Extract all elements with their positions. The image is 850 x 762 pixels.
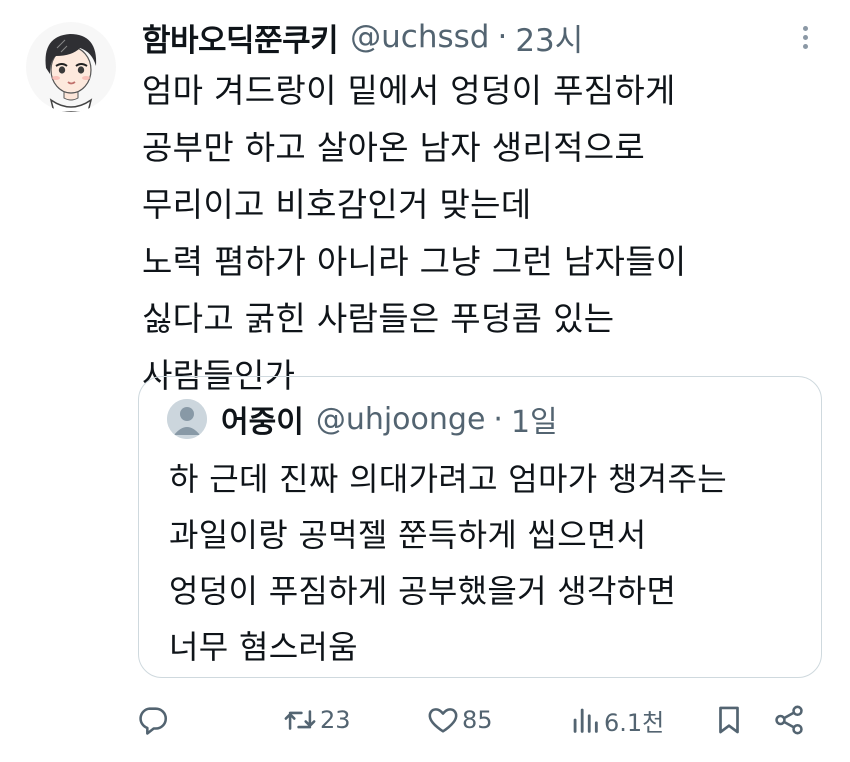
tweet-header: 함바오딕쭌쿠키 @uchssd · 23시 — [142, 14, 583, 60]
quoted-text-line: 과일이랑 공먹젤 쭌득하게 씹으면서 — [169, 516, 647, 554]
tweet-text-line: 공부만 하고 살아온 남자 생리적으로 — [142, 128, 646, 167]
tweet-timestamp[interactable]: 23시 — [515, 15, 583, 60]
reply-icon — [139, 707, 168, 735]
quoted-author-avatar[interactable] — [167, 399, 207, 439]
share-icon — [775, 705, 803, 735]
retweet-count: 23 — [320, 706, 351, 734]
retweet-icon — [284, 710, 316, 730]
reply-button[interactable] — [136, 696, 172, 744]
author-handle[interactable]: @uchssd — [350, 19, 489, 55]
quoted-tweet-header: 어중이 @uhjoonge · 1일 — [221, 397, 558, 441]
quoted-header-separator: · — [493, 401, 503, 437]
more-options-icon[interactable] — [794, 22, 816, 56]
author-display-name[interactable]: 함바오딕쭌쿠키 — [142, 15, 339, 60]
quoted-tweet-timestamp[interactable]: 1일 — [511, 397, 558, 441]
avatar-illustration — [26, 22, 116, 112]
quoted-tweet-text: 하 근데 진짜 의대가려고 엄마가 챙겨주는 과일이랑 공먹젤 쭌득하게 씹으면… — [169, 451, 809, 675]
views-icon — [573, 708, 598, 733]
views-count: 6.1천 — [604, 708, 665, 737]
bookmark-button[interactable] — [712, 696, 746, 744]
quoted-text-line: 너무 혐스러움 — [169, 628, 358, 666]
share-button[interactable] — [772, 696, 806, 744]
tweet-text-line: 엄마 겨드랑이 밑에서 엉덩이 푸짐하게 — [142, 71, 676, 110]
bookmark-icon — [719, 706, 739, 734]
quoted-text-line: 엉덩이 푸짐하게 공부했을거 생각하면 — [169, 572, 677, 610]
retweet-button[interactable]: 23 — [282, 696, 351, 744]
views-button[interactable]: 6.1천 — [568, 696, 664, 744]
quoted-tweet-card[interactable]: 어중이 @uhjoonge · 1일 하 근데 진짜 의대가려고 엄마가 챙겨주… — [138, 376, 822, 678]
tweet-text-line: 노력 폄하가 아니라 그냥 그런 남자들이 — [142, 242, 687, 281]
quoted-author-display-name[interactable]: 어중이 — [221, 397, 304, 441]
tweet-text-line: 무리이고 비호감인거 맞는데 — [142, 185, 532, 224]
quoted-text-line: 하 근데 진짜 의대가려고 엄마가 챙겨주는 — [169, 460, 727, 498]
default-avatar-icon — [167, 399, 207, 439]
tweet: 함바오딕쭌쿠키 @uchssd · 23시 엄마 겨드랑이 밑에서 엉덩이 푸짐… — [0, 0, 850, 762]
heart-icon — [428, 708, 458, 733]
tweet-text-line: 싫다고 굵힌 사람들은 푸덩콤 있는 — [142, 299, 615, 338]
header-separator: · — [497, 19, 508, 55]
tweet-action-bar: 23 85 6.1천 — [0, 696, 850, 744]
like-button[interactable]: 85 — [426, 696, 493, 744]
author-avatar[interactable] — [26, 22, 116, 112]
like-count: 85 — [462, 706, 493, 734]
tweet-text: 엄마 겨드랑이 밑에서 엉덩이 푸짐하게 공부만 하고 살아온 남자 생리적으로… — [142, 62, 822, 404]
quoted-author-handle[interactable]: @uhjoonge — [316, 402, 486, 437]
